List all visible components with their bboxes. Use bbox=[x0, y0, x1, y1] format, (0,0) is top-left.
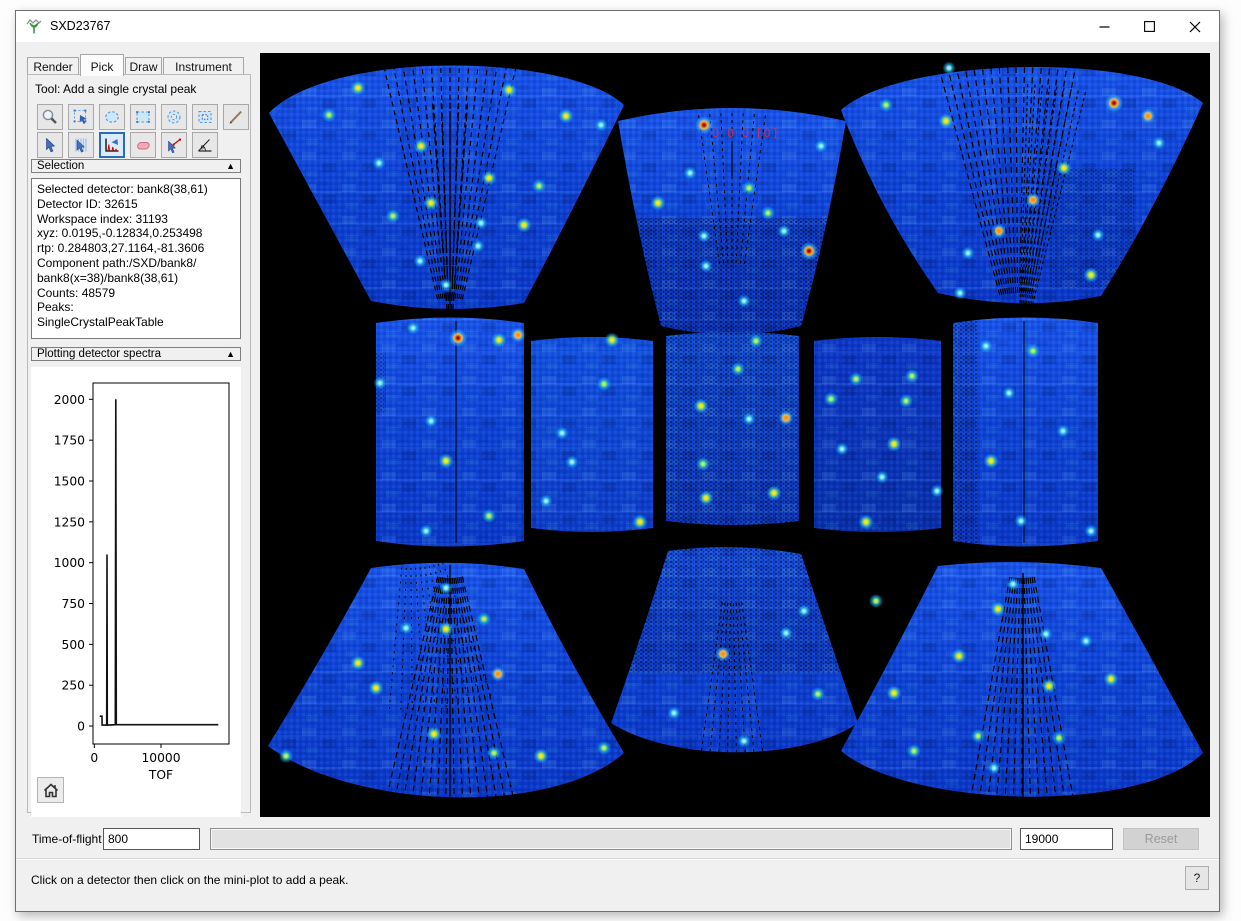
instrument-projection-view[interactable]: 0 0 0 [0] bbox=[260, 53, 1210, 817]
ellipse-icon bbox=[103, 108, 121, 126]
draw-rectangle-ring-tool-button[interactable] bbox=[192, 104, 218, 130]
svg-text:0: 0 bbox=[77, 720, 85, 734]
tof-slider[interactable] bbox=[210, 828, 1012, 850]
navigate-tool-button[interactable] bbox=[37, 132, 63, 158]
draw-ellipse-tool-button[interactable] bbox=[99, 104, 125, 130]
draw-rectangle-tool-button[interactable] bbox=[130, 104, 156, 130]
status-separator bbox=[16, 858, 1219, 860]
draw-ellipse-ring-tool-button[interactable] bbox=[161, 104, 187, 130]
home-icon bbox=[43, 783, 59, 798]
plot-panel-header[interactable]: Plotting detector spectra ▲ bbox=[31, 347, 241, 361]
tab-pick[interactable]: Pick bbox=[80, 54, 124, 76]
svg-text:1250: 1250 bbox=[54, 515, 85, 529]
selection-info: Selected detector: bank8(38,61)Detector … bbox=[31, 178, 241, 339]
status-message: Click on a detector then click on the mi… bbox=[31, 873, 349, 887]
compare-peak-tool-button[interactable]: θ bbox=[192, 132, 218, 158]
close-button[interactable] bbox=[1172, 11, 1217, 42]
tool-label: Tool: Add a single crystal peak bbox=[35, 82, 196, 96]
miniplot[interactable]: 0 250 500 750 1000 1250 1500 1750 2000 0 10000 TOF bbox=[31, 367, 241, 812]
edit-shape-tool-button[interactable] bbox=[68, 104, 94, 130]
svg-text:TOF: TOF bbox=[148, 768, 173, 782]
draw-free-tool-button[interactable] bbox=[223, 104, 249, 130]
peak-annotation: 0 0 0 [0] bbox=[712, 126, 779, 140]
svg-text:2000: 2000 bbox=[54, 393, 85, 407]
minimize-button[interactable] bbox=[1082, 11, 1127, 42]
svg-text:10000: 10000 bbox=[141, 751, 180, 765]
svg-text:1500: 1500 bbox=[54, 475, 85, 489]
tab-draw[interactable]: Draw bbox=[125, 57, 162, 75]
miniplot-home-button[interactable] bbox=[37, 777, 64, 803]
edit-shape-icon bbox=[72, 108, 90, 126]
tof-min-input[interactable] bbox=[103, 828, 200, 850]
angle-measure-icon: θ bbox=[196, 136, 214, 154]
zoom-tool-button[interactable] bbox=[37, 104, 63, 130]
rectangle-icon bbox=[134, 108, 152, 126]
reset-button[interactable]: Reset bbox=[1123, 828, 1199, 850]
tab-render[interactable]: Render bbox=[27, 57, 79, 75]
tube-pointer-icon bbox=[72, 136, 90, 154]
ellipse-ring-icon bbox=[165, 108, 183, 126]
tof-label: Time-of-flight bbox=[32, 832, 102, 846]
plot-panel-header-label: Plotting detector spectra bbox=[37, 348, 161, 360]
tab-instrument[interactable]: Instrument bbox=[163, 57, 244, 75]
selection-header[interactable]: Selection ▲ bbox=[31, 159, 241, 173]
rectangle-ring-icon bbox=[196, 108, 214, 126]
peak-pointer-icon bbox=[165, 136, 183, 154]
collapse-icon[interactable]: ▲ bbox=[226, 160, 235, 172]
eraser-icon bbox=[134, 136, 152, 154]
plot-peak-icon bbox=[103, 136, 121, 154]
svg-text:250: 250 bbox=[62, 679, 85, 693]
help-button[interactable]: ? bbox=[1185, 866, 1209, 890]
select-plot-tool-button[interactable] bbox=[99, 132, 125, 158]
select-peak-tool-button[interactable] bbox=[161, 132, 187, 158]
instrument-view-window: SXD23767 Render Pick Draw Instrument Too… bbox=[15, 10, 1220, 912]
zoom-icon bbox=[41, 108, 59, 126]
svg-text:750: 750 bbox=[62, 597, 85, 611]
tof-max-input[interactable] bbox=[1020, 828, 1113, 850]
miniplot-figure: 0 250 500 750 1000 1250 1500 1750 2000 0 10000 TOF bbox=[31, 367, 241, 817]
erase-tool-button[interactable] bbox=[130, 132, 156, 158]
maximize-button[interactable] bbox=[1127, 11, 1172, 42]
pencil-line-icon bbox=[227, 108, 245, 126]
minimize-icon bbox=[1099, 21, 1110, 32]
svg-text:θ: θ bbox=[201, 145, 204, 152]
svg-text:1000: 1000 bbox=[54, 556, 85, 570]
close-icon bbox=[1189, 21, 1201, 33]
mantid-app-icon bbox=[25, 17, 43, 35]
pointer-icon bbox=[41, 136, 59, 154]
svg-text:0: 0 bbox=[90, 751, 98, 765]
selection-header-label: Selection bbox=[37, 160, 84, 172]
svg-text:1750: 1750 bbox=[54, 434, 85, 448]
title-bar[interactable]: SXD23767 bbox=[16, 11, 1219, 42]
collapse-icon[interactable]: ▲ bbox=[226, 348, 235, 360]
svg-text:500: 500 bbox=[62, 638, 85, 652]
window-title: SXD23767 bbox=[50, 19, 110, 33]
maximize-icon bbox=[1144, 21, 1155, 32]
select-tube-tool-button[interactable] bbox=[68, 132, 94, 158]
